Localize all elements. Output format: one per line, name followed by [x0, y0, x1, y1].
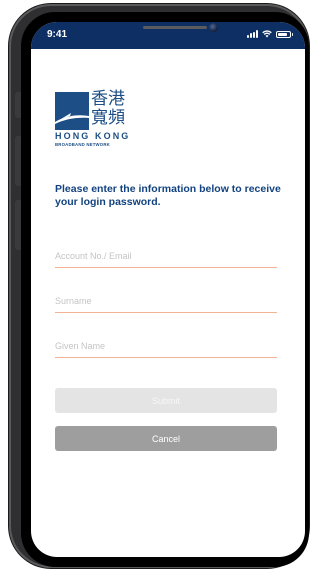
app-screen: 9:41 香港 寬頻 HONG KONG BROADBAND NETWORK P… [31, 22, 305, 557]
hkbn-logo: 香港 寬頻 HONG KONG BROADBAND NETWORK [55, 90, 145, 152]
given-name-input[interactable] [55, 337, 277, 359]
logo-chinese-line2: 寬頻 [91, 108, 125, 128]
surname-input[interactable] [55, 292, 277, 314]
status-time: 9:41 [47, 29, 68, 40]
battery-icon [276, 30, 293, 38]
given-name-field [55, 336, 277, 359]
instruction-text: Please enter the information below to re… [55, 183, 281, 208]
logo-chinese-line1: 香港 [91, 89, 125, 109]
phone-screen: 9:41 香港 寬頻 HONG KONG BROADBAND NETWORK P… [21, 12, 309, 567]
logo-subtitle: BROADBAND NETWORK [55, 142, 110, 147]
logo-english: HONG KONG [55, 131, 131, 141]
phone-frame: 9:41 香港 寬頻 HONG KONG BROADBAND NETWORK P… [9, 4, 309, 568]
signal-icon [247, 30, 258, 38]
submit-button[interactable]: Submit [55, 388, 277, 413]
account-input[interactable] [55, 247, 277, 269]
front-camera [209, 23, 218, 32]
account-field [55, 246, 277, 269]
cancel-button[interactable]: Cancel [55, 426, 277, 451]
status-icons [247, 30, 293, 38]
logo-mark-icon [55, 92, 89, 130]
wifi-icon [262, 30, 272, 38]
battery-fill [278, 32, 287, 36]
surname-field [55, 291, 277, 314]
earpiece-speaker [143, 26, 207, 29]
logo-chinese: 香港 寬頻 [91, 90, 125, 128]
